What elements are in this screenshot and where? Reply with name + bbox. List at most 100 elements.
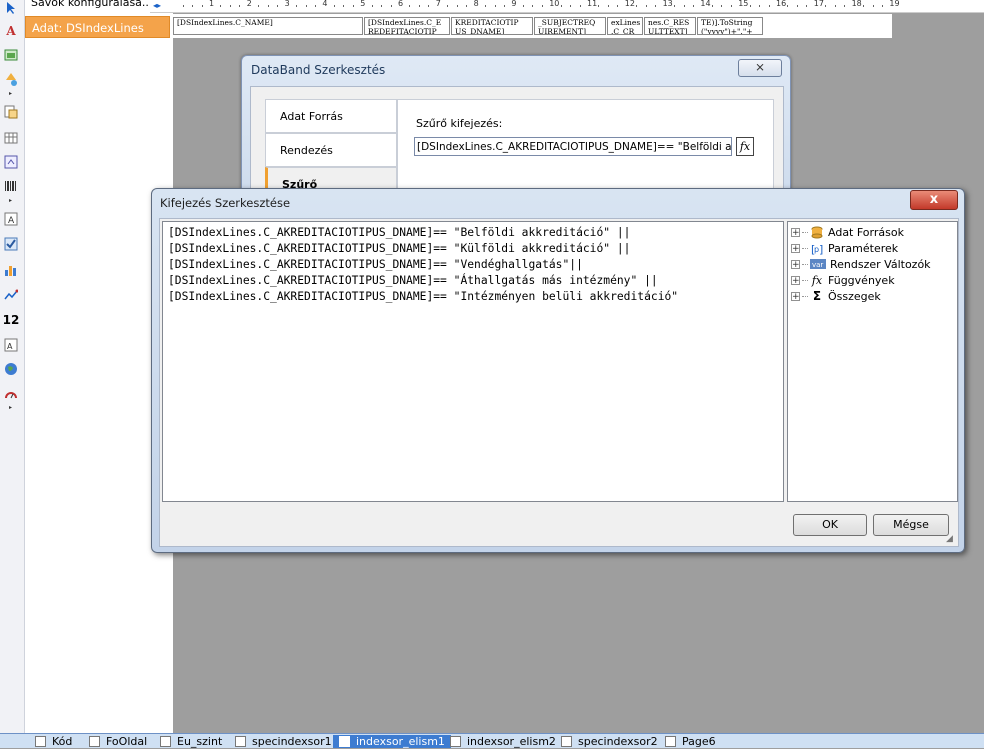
tree-item-osszegek[interactable]: + Σ Összegek bbox=[791, 288, 881, 304]
expand-icon[interactable]: + bbox=[791, 259, 800, 269]
tab-adat-forras[interactable]: Adat Forrás bbox=[265, 99, 397, 133]
band-cell[interactable]: KREDITACIOTIP US_DNAME] bbox=[451, 17, 533, 35]
ruler-tick bbox=[352, 5, 354, 7]
expand-icon[interactable]: + bbox=[791, 291, 800, 301]
table-tool-icon[interactable] bbox=[3, 130, 19, 146]
tab-indexsor-elism2[interactable]: indexsor_elism2 bbox=[450, 735, 556, 748]
band-cell[interactable]: nes.C_RES ULTTEXT] bbox=[644, 17, 696, 35]
variable-icon: var bbox=[810, 257, 826, 271]
shape-tool-icon[interactable] bbox=[3, 71, 19, 87]
fx-icon[interactable]: fx bbox=[736, 137, 754, 156]
resize-grip-icon[interactable]: ◢ bbox=[946, 534, 956, 544]
ruler-tick bbox=[456, 5, 458, 7]
ruler-tick bbox=[381, 5, 383, 7]
ruler-tick bbox=[390, 5, 392, 7]
ruler-tick bbox=[466, 5, 468, 7]
ruler-tick bbox=[872, 5, 874, 7]
tab-kod[interactable]: Kód bbox=[35, 735, 72, 748]
ruler-tick bbox=[692, 5, 694, 7]
expression-line: [DSIndexLines.C_AKREDITACIOTIPUS_DNAME]=… bbox=[168, 290, 679, 303]
expression-text-area[interactable]: [DSIndexLines.C_AKREDITACIOTIPUS_DNAME]=… bbox=[162, 221, 784, 502]
sparkline-tool-icon[interactable] bbox=[3, 287, 19, 303]
subreport-tool-icon[interactable] bbox=[3, 104, 19, 120]
ruler-tick-label: 11 bbox=[587, 0, 598, 8]
tab-label: FoOldal bbox=[106, 734, 148, 748]
ruler-tick bbox=[522, 5, 524, 7]
ruler-tick-label: 16 bbox=[776, 0, 787, 8]
expand-arrow-icon[interactable]: ▸ bbox=[9, 90, 12, 97]
text-tool-icon[interactable]: A bbox=[3, 23, 19, 39]
number-tool-icon[interactable]: 12 bbox=[3, 312, 20, 328]
ruler-tick bbox=[749, 5, 751, 7]
tree-item-label: Adat Források bbox=[828, 225, 904, 239]
barcode-tool-icon[interactable] bbox=[3, 178, 19, 194]
band-cell[interactable]: [DSIndexLines.C_NAME] bbox=[173, 17, 363, 35]
tab-eu-szint[interactable]: Eu_szint bbox=[160, 735, 222, 748]
ruler-tick-label: 4 bbox=[322, 0, 328, 8]
ruler-tick-label: 6 bbox=[398, 0, 404, 8]
ruler-tick bbox=[683, 5, 685, 7]
ruler-tick-label: 8 bbox=[473, 0, 479, 8]
band-cell[interactable]: _SUBJECTREQ UIREMENT] bbox=[534, 17, 606, 35]
close-button[interactable]: ⨯ bbox=[738, 59, 782, 77]
band-data-label[interactable]: Adat: DSIndexLines bbox=[25, 16, 170, 38]
band-cell[interactable]: TE)].ToString ("yyyy")+"."+ bbox=[697, 17, 763, 35]
band-cell[interactable]: exLines .C_CR bbox=[607, 17, 643, 35]
expand-arrow-icon[interactable]: ▸ bbox=[9, 404, 12, 411]
tab-specindexsor1[interactable]: specindexsor1 bbox=[235, 735, 332, 748]
ruler-tick bbox=[825, 5, 827, 7]
tree-item-adat-forrasok[interactable]: + Adat Források bbox=[791, 224, 904, 240]
tab-specindexsor2[interactable]: specindexsor2 bbox=[561, 735, 658, 748]
expand-icon[interactable]: + bbox=[791, 227, 800, 237]
ruler-tick-label: 13 bbox=[662, 0, 673, 8]
tab-page6[interactable]: Page6 bbox=[665, 735, 716, 748]
svg-text:A: A bbox=[8, 216, 15, 226]
ruler-tick bbox=[296, 5, 298, 7]
pointer-icon[interactable] bbox=[3, 0, 19, 16]
ruler-tick bbox=[570, 5, 572, 7]
tab-indexsor-elism1[interactable]: indexsor_elism1 bbox=[333, 735, 451, 748]
ruler-tick-label: 17 bbox=[813, 0, 824, 8]
tree-item-rendszer-valtozok[interactable]: + var Rendszer Változók bbox=[791, 256, 931, 272]
gauge-tool-icon[interactable] bbox=[3, 386, 19, 402]
zip-tool-icon[interactable]: A bbox=[3, 337, 19, 353]
ruler-tick bbox=[645, 5, 647, 7]
close-icon: ⨯ bbox=[754, 60, 766, 74]
ruler-tick-label: 7 bbox=[435, 0, 441, 8]
database-icon bbox=[810, 225, 824, 239]
expand-icon[interactable]: + bbox=[791, 275, 800, 285]
ruler-scroll-icon[interactable]: ◂▸ bbox=[153, 1, 161, 10]
ruler-tick bbox=[541, 5, 543, 7]
tab-rendezes[interactable]: Rendezés bbox=[265, 133, 397, 167]
filter-expression-input[interactable]: [DSIndexLines.C_AKREDITACIOTIPUS_DNAME]=… bbox=[414, 137, 732, 156]
map-tool-icon[interactable] bbox=[3, 361, 19, 377]
tab-label: indexsor_elism2 bbox=[467, 734, 556, 748]
ruler-tick bbox=[277, 5, 279, 7]
expression-line: [DSIndexLines.C_AKREDITACIOTIPUS_DNAME]=… bbox=[168, 274, 658, 287]
ruler-tick bbox=[655, 5, 657, 7]
crosstab-tool-icon[interactable] bbox=[3, 154, 19, 170]
ruler-tick-label: 15 bbox=[738, 0, 749, 8]
tree-item-fuggvenyek[interactable]: + fx Függvények bbox=[791, 272, 895, 288]
picture-tool-icon[interactable] bbox=[3, 47, 19, 63]
expression-line: [DSIndexLines.C_AKREDITACIOTIPUS_DNAME]=… bbox=[168, 258, 583, 271]
expand-icon[interactable]: + bbox=[791, 243, 800, 253]
page-icon bbox=[89, 736, 100, 747]
ok-button[interactable]: OK bbox=[793, 514, 867, 536]
ruler-tick bbox=[787, 5, 789, 7]
band-cell[interactable]: [DSIndexLines.C_E REDEFITACIOTIP bbox=[364, 17, 450, 35]
ruler-tick bbox=[428, 5, 430, 7]
ruler-tick bbox=[503, 5, 505, 7]
richtext-tool-icon[interactable]: A bbox=[3, 211, 19, 227]
close-icon: x bbox=[929, 192, 939, 207]
chart-tool-icon[interactable] bbox=[3, 262, 19, 278]
close-button[interactable]: x bbox=[910, 190, 958, 210]
tab-fooldal[interactable]: FoOldal bbox=[89, 735, 147, 748]
expand-arrow-icon[interactable]: ▸ bbox=[9, 197, 12, 204]
tree-item-parameterek[interactable]: + [p] Paraméterek bbox=[791, 240, 898, 256]
checkbox-tool-icon[interactable] bbox=[3, 236, 19, 252]
page-tab-bar: Kód FoOldal Eu_szint specindexsor1 index… bbox=[0, 733, 984, 748]
ruler-tick bbox=[192, 5, 194, 7]
cancel-button[interactable]: Mégse bbox=[873, 514, 949, 536]
ruler-tick bbox=[239, 5, 241, 7]
